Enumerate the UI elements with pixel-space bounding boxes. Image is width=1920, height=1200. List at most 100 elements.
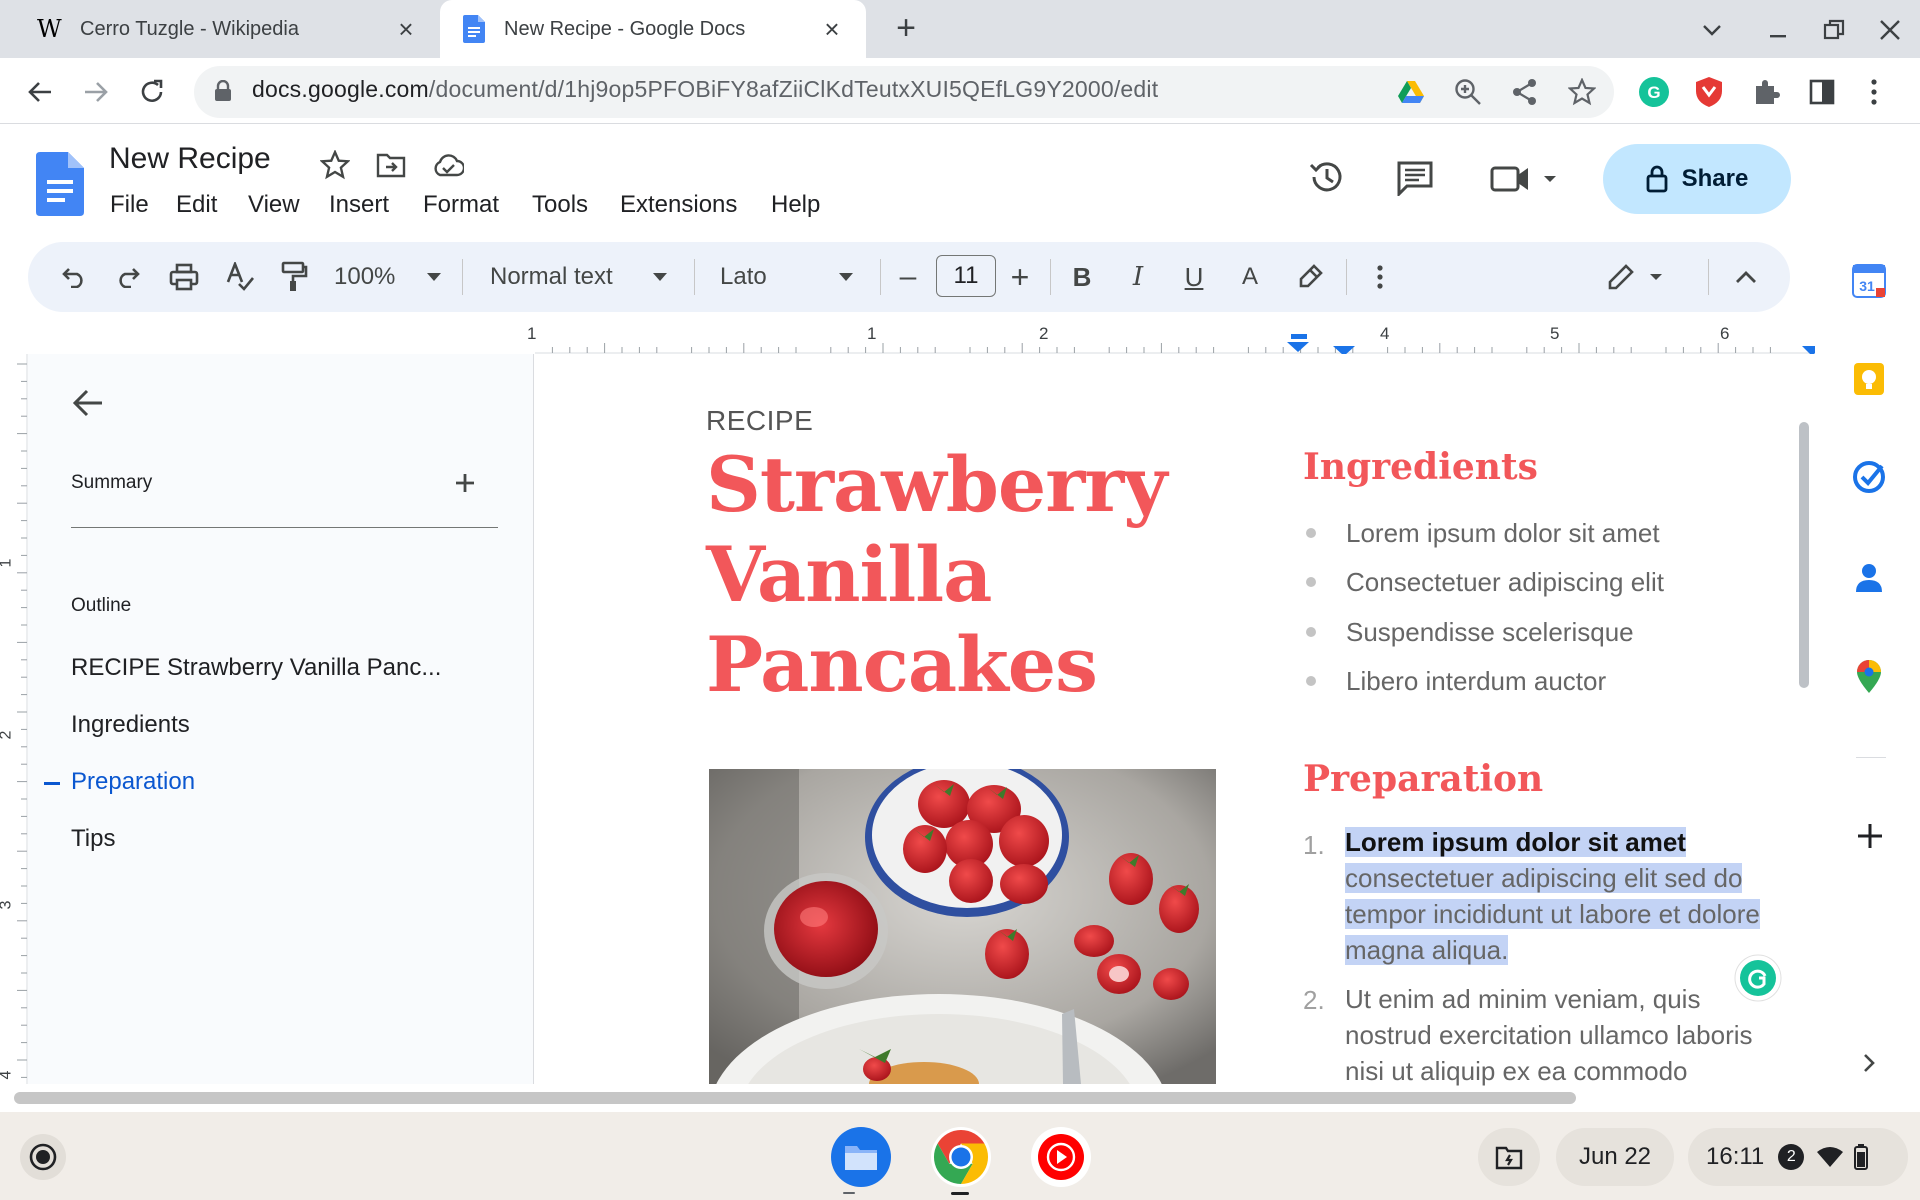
zoom-value[interactable]: 100% (334, 258, 410, 296)
menu-format[interactable]: Format (423, 191, 499, 219)
tab-search-icon[interactable] (1694, 12, 1730, 48)
menu-edit[interactable]: Edit (176, 191, 217, 219)
menu-tools[interactable]: Tools (532, 191, 588, 219)
tab-title: New Recipe - Google Docs (504, 17, 746, 40)
star-icon[interactable] (320, 150, 350, 180)
meet-camera-icon[interactable] (1490, 162, 1560, 196)
collapse-menus-icon[interactable] (1730, 258, 1762, 296)
outline-item-tips[interactable]: Tips (71, 825, 115, 853)
maps-icon[interactable] (1852, 660, 1886, 694)
comments-icon[interactable] (1396, 160, 1434, 196)
chrome-icon[interactable] (930, 1126, 992, 1188)
files-icon[interactable] (830, 1126, 892, 1188)
tasks-icon[interactable] (1852, 460, 1886, 494)
restore-icon[interactable] (1816, 12, 1852, 48)
outline-item-title[interactable]: RECIPE Strawberry Vanilla Panc... (71, 654, 441, 682)
font-size-input[interactable]: 11 (936, 255, 996, 297)
date-tray-button[interactable]: Jun 22 (1556, 1128, 1674, 1186)
bullet-icon (1306, 627, 1316, 638)
paint-format-icon[interactable] (276, 258, 312, 296)
menu-extensions[interactable]: Extensions (620, 191, 737, 219)
share-button[interactable]: Share (1603, 144, 1791, 214)
chevron-down-icon[interactable] (834, 258, 858, 296)
menu-help[interactable]: Help (771, 191, 820, 219)
undo-icon[interactable] (56, 258, 92, 296)
font-family-select[interactable]: Lato (720, 258, 820, 296)
spellcheck-icon[interactable] (222, 258, 258, 296)
date-text: Jun 22 (1578, 1143, 1652, 1170)
launcher-button[interactable] (20, 1134, 66, 1180)
outline-item-ingredients[interactable]: Ingredients (71, 711, 190, 739)
back-icon[interactable] (22, 74, 58, 110)
vertical-scrollbar[interactable] (1799, 422, 1809, 688)
chevron-down-icon[interactable] (422, 258, 446, 296)
lock-icon[interactable] (214, 80, 232, 102)
horizontal-ruler[interactable] (0, 322, 1815, 354)
increase-font-size-button[interactable]: + (1006, 258, 1034, 296)
vertical-ruler[interactable] (0, 354, 28, 1084)
google-drive-icon[interactable] (1398, 80, 1424, 104)
shield-extension-icon[interactable] (1694, 76, 1724, 108)
close-window-icon[interactable] (1872, 12, 1908, 48)
extensions-puzzle-icon[interactable] (1752, 78, 1780, 106)
reload-icon[interactable] (134, 74, 170, 110)
more-options-icon[interactable] (1370, 258, 1390, 296)
bold-button[interactable]: B (1068, 258, 1096, 296)
tab-wikipedia[interactable]: W Cerro Tuzgle - Wikipedia × (16, 0, 440, 58)
close-tab-icon[interactable]: × (392, 14, 420, 44)
italic-button[interactable]: I (1124, 258, 1152, 296)
calendar-icon[interactable]: 31 (1852, 264, 1886, 298)
new-tab-icon[interactable]: + (888, 10, 924, 46)
decrease-font-size-button[interactable]: – (896, 258, 920, 296)
chevron-down-icon[interactable] (648, 258, 672, 296)
share-page-icon[interactable] (1512, 78, 1538, 106)
bookmark-star-icon[interactable] (1568, 78, 1596, 106)
editing-mode-icon[interactable] (1604, 258, 1674, 296)
grammarly-extension-icon[interactable]: G (1638, 76, 1670, 108)
text-color-button[interactable]: A (1236, 258, 1264, 296)
tab-google-docs[interactable]: New Recipe - Google Docs × (440, 0, 866, 58)
contacts-icon[interactable] (1852, 560, 1886, 594)
expand-side-panel-icon[interactable] (1862, 1052, 1876, 1074)
paragraph-style-select[interactable]: Normal text (490, 258, 640, 296)
close-outline-back-icon[interactable] (72, 388, 104, 418)
share-label: Share (1681, 165, 1749, 192)
grammarly-floating-icon[interactable] (1734, 954, 1782, 1002)
menu-insert[interactable]: Insert (329, 191, 389, 219)
print-icon[interactable] (166, 258, 202, 296)
url-text[interactable]: docs.google.com/document/d/1hj9op5PFOBiF… (252, 76, 1158, 103)
menu-view[interactable]: View (248, 191, 300, 219)
highlight-color-icon[interactable] (1294, 258, 1326, 296)
docs-logo-icon[interactable] (36, 152, 84, 216)
step-body-text[interactable]: Ut enim ad minim veniam, quis nostrud ex… (1345, 981, 1791, 1087)
menu-file[interactable]: File (110, 191, 149, 219)
underline-button[interactable]: U (1180, 258, 1208, 296)
move-folder-icon[interactable] (376, 152, 406, 178)
ruler-number: 3 (0, 901, 15, 910)
toolbar-divider (1346, 259, 1347, 295)
cloud-saved-icon[interactable] (432, 152, 464, 178)
more-menu-icon[interactable] (1868, 78, 1880, 106)
horizontal-scrollbar[interactable] (14, 1092, 1576, 1104)
keep-icon[interactable] (1852, 362, 1886, 396)
youtube-music-icon[interactable] (1030, 1126, 1092, 1188)
side-panel-icon[interactable] (1808, 78, 1836, 106)
step-text-selected[interactable]: Lorem ipsum dolor sit amet consectetuer a… (1345, 824, 1785, 968)
step-bold-text: Lorem ipsum dolor sit amet (1345, 827, 1686, 857)
minimize-icon[interactable] (1760, 12, 1796, 48)
close-tab-icon[interactable]: × (818, 14, 846, 44)
ingredient-text: Suspendisse scelerisque (1346, 617, 1634, 647)
add-summary-icon[interactable] (454, 472, 476, 494)
ruler-number: 1 (0, 559, 15, 568)
forward-icon[interactable] (78, 74, 114, 110)
document-title[interactable]: New Recipe (109, 142, 271, 176)
redo-icon[interactable] (110, 258, 146, 296)
zoom-icon[interactable] (1454, 78, 1482, 106)
get-add-ons-icon[interactable] (1856, 822, 1884, 850)
recipe-kicker: RECIPE (706, 405, 814, 436)
version-history-icon[interactable] (1308, 158, 1346, 196)
system-tray-button[interactable]: 16:11 2 (1688, 1128, 1908, 1186)
strawberry-pancake-photo[interactable] (709, 769, 1216, 1084)
screenshot-tray-button[interactable] (1478, 1128, 1540, 1186)
outline-item-preparation[interactable]: Preparation (71, 768, 195, 796)
